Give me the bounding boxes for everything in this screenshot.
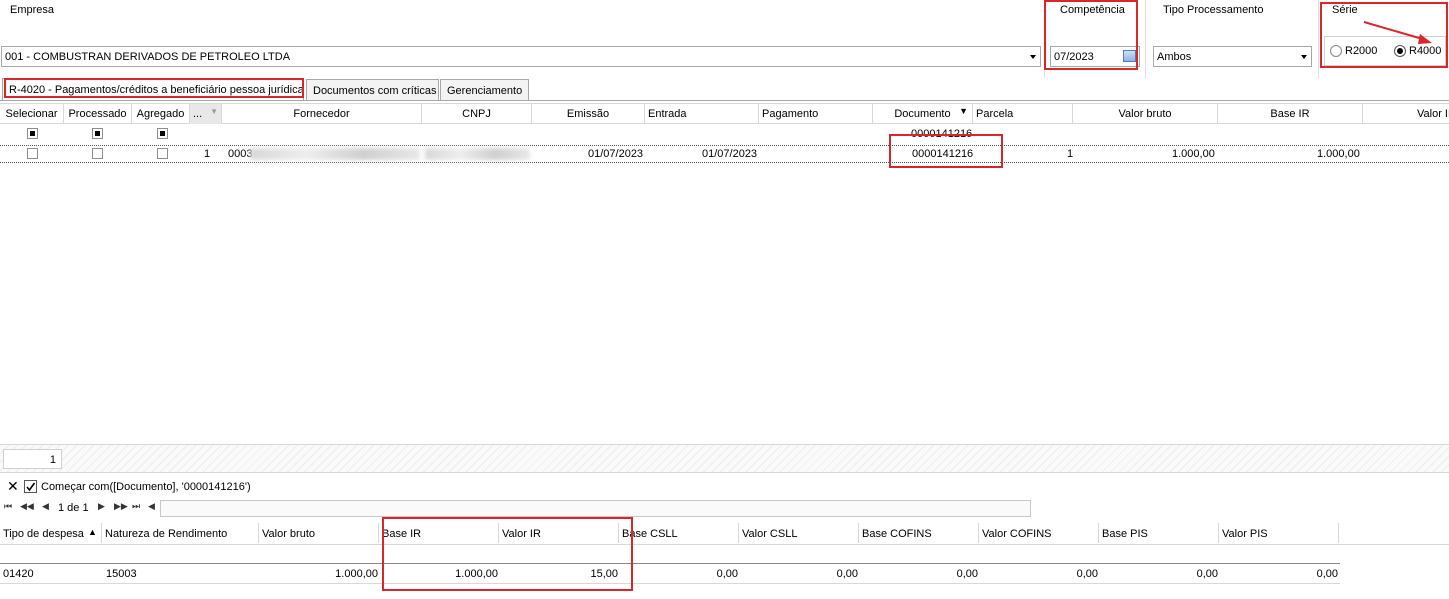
close-filter-icon[interactable]: ✕ <box>7 479 19 493</box>
radio-r2000[interactable] <box>1330 45 1342 57</box>
col-fornecedor[interactable]: Fornecedor <box>222 104 422 124</box>
col-agregado[interactable]: Agregado <box>132 104 190 124</box>
tipo-processamento-value: Ambos <box>1157 51 1192 63</box>
col-entrada[interactable]: Entrada <box>645 104 759 124</box>
col-detail-valor-bruto[interactable]: Valor bruto <box>259 523 379 543</box>
row-base-ir: 1.000,00 <box>1317 148 1360 160</box>
chevron-down-icon[interactable] <box>1030 55 1036 59</box>
row-fornecedor-prefix: 0003 <box>228 148 253 160</box>
col-selecionar[interactable]: Selecionar <box>0 104 64 124</box>
detail-row[interactable]: 01420 15003 1.000,00 1.000,00 15,00 0,00… <box>0 564 1340 584</box>
competencia-value: 07/2023 <box>1054 51 1094 63</box>
nav-last-icon[interactable]: ⏭ <box>132 501 140 512</box>
detail-base-cofins: 0,00 <box>956 568 978 580</box>
col-processado[interactable]: Processado <box>64 104 132 124</box>
filter-active-icon[interactable]: ▼ <box>959 106 968 116</box>
filter-icon[interactable]: ▼ <box>210 107 218 116</box>
sort-asc-icon[interactable]: ▲ <box>88 527 97 537</box>
col-detail-valor-ir[interactable]: Valor IR <box>499 523 619 543</box>
col-base-pis[interactable]: Base PIS <box>1099 523 1219 543</box>
detail-valor-ir: 15,00 <box>590 568 618 580</box>
filter-documento-value[interactable]: 0000141216 <box>911 128 972 140</box>
empresa-label: Empresa <box>10 4 55 16</box>
col-pagamento[interactable]: Pagamento <box>759 104 873 124</box>
competencia-label: Competência <box>1060 4 1125 16</box>
col-tipo-despesa[interactable]: Tipo de despesa ▲ <box>0 523 102 543</box>
row-agregado-checkbox[interactable] <box>157 148 168 159</box>
nav-prev-page-icon[interactable]: ◀◀ <box>20 501 34 512</box>
tipo-processamento-select[interactable]: Ambos <box>1153 46 1312 67</box>
row-selecionar-checkbox[interactable] <box>27 148 38 159</box>
empresa-value: 001 - COMBUSTRAN DERIVADOS DE PETROLEO L… <box>5 51 291 63</box>
nav-next-page-icon[interactable]: ▶▶ <box>114 501 128 512</box>
detail-base-csll: 0,00 <box>716 568 738 580</box>
detail-natureza: 15003 <box>106 568 137 580</box>
calendar-icon[interactable] <box>1123 50 1136 62</box>
detail-tipo-despesa: 01420 <box>3 568 34 580</box>
row-index: 1 <box>204 148 211 160</box>
annotation-arrow <box>1363 21 1432 44</box>
row-valor-bruto: 1.000,00 <box>1172 148 1215 160</box>
col-base-cofins[interactable]: Base COFINS <box>859 523 979 543</box>
empresa-select[interactable]: 001 - COMBUSTRAN DERIVADOS DE PETROLEO L… <box>1 46 1041 67</box>
nav-next-icon[interactable]: ▶ <box>98 501 105 512</box>
tab-r4020[interactable]: R-4020 - Pagamentos/créditos a beneficiá… <box>2 78 304 101</box>
chevron-down-icon[interactable] <box>1301 55 1307 59</box>
col-tipo-despesa-label: Tipo de despesa <box>3 528 84 540</box>
tipo-processamento-label: Tipo Processamento <box>1163 4 1264 16</box>
nav-first-icon[interactable]: ⏮ <box>4 501 12 512</box>
horizontal-scrollbar[interactable] <box>160 500 1031 517</box>
filter-selecionar-checkbox[interactable] <box>27 128 38 139</box>
detail-valor-bruto: 1.000,00 <box>335 568 378 580</box>
footer-count: 1 <box>3 449 62 469</box>
detail-valor-cofins: 0,00 <box>1076 568 1098 580</box>
col-cnpj[interactable]: CNPJ <box>422 104 532 124</box>
col-valor-bruto[interactable]: Valor bruto <box>1073 104 1218 124</box>
filter-expression[interactable]: Começar com([Documento], '0000141216') <box>41 481 251 493</box>
detail-valor-csll: 0,00 <box>836 568 858 580</box>
col-emissao[interactable]: Emissão <box>532 104 645 124</box>
col-documento-label: Documento <box>894 108 951 120</box>
row-parcela: 1 <box>1067 148 1074 160</box>
row-emissao: 01/07/2023 <box>588 148 644 160</box>
filter-processado-checkbox[interactable] <box>92 128 103 139</box>
col-parcela[interactable]: Parcela <box>973 104 1073 124</box>
main-grid-header: Selecionar Processado Agregado ... ▼ For… <box>0 103 1449 124</box>
col-documento[interactable]: Documento ▼ <box>873 104 973 124</box>
nav-scroll-left-icon[interactable]: ◀ <box>148 501 155 512</box>
filter-agregado-checkbox[interactable] <box>157 128 168 139</box>
redacted-fornecedor <box>250 148 420 160</box>
row-documento: 0000141216 <box>912 148 974 160</box>
col-base-csll[interactable]: Base CSLL <box>619 523 739 543</box>
main-grid-footer: 1 <box>0 444 1449 473</box>
competencia-input[interactable]: 07/2023 <box>1050 46 1140 67</box>
row-entrada: 01/07/2023 <box>702 148 758 160</box>
row-processado-checkbox[interactable] <box>92 148 103 159</box>
tab-gerenciamento[interactable]: Gerenciamento <box>440 79 529 100</box>
col-valor-ir[interactable]: Valor IR <box>1363 104 1449 124</box>
col-valor-pis[interactable]: Valor PIS <box>1219 523 1339 543</box>
col-more-label: ... <box>193 108 203 120</box>
detail-valor-pis: 0,00 <box>1316 568 1338 580</box>
detail-grid-header: Tipo de despesa ▲ Natureza de Rendimento… <box>0 523 1449 545</box>
col-more[interactable]: ... ▼ <box>190 104 222 124</box>
detail-base-pis: 0,00 <box>1196 568 1218 580</box>
nav-prev-icon[interactable]: ◀ <box>42 501 49 512</box>
nav-page-text: 1 de 1 <box>58 502 89 514</box>
detail-base-ir: 1.000,00 <box>455 568 498 580</box>
col-detail-base-ir[interactable]: Base IR <box>379 523 499 543</box>
radio-selected-dot <box>1397 48 1403 54</box>
serie-label: Série <box>1332 4 1358 16</box>
col-valor-csll[interactable]: Valor CSLL <box>739 523 859 543</box>
tab-documentos-criticas[interactable]: Documentos com críticas <box>306 79 439 100</box>
col-valor-cofins[interactable]: Valor COFINS <box>979 523 1099 543</box>
check-icon <box>26 482 36 492</box>
col-base-ir[interactable]: Base IR <box>1218 104 1363 124</box>
redacted-cnpj <box>425 148 530 160</box>
filter-enabled-checkbox[interactable] <box>24 480 37 493</box>
col-natureza-rendimento[interactable]: Natureza de Rendimento <box>102 523 259 543</box>
